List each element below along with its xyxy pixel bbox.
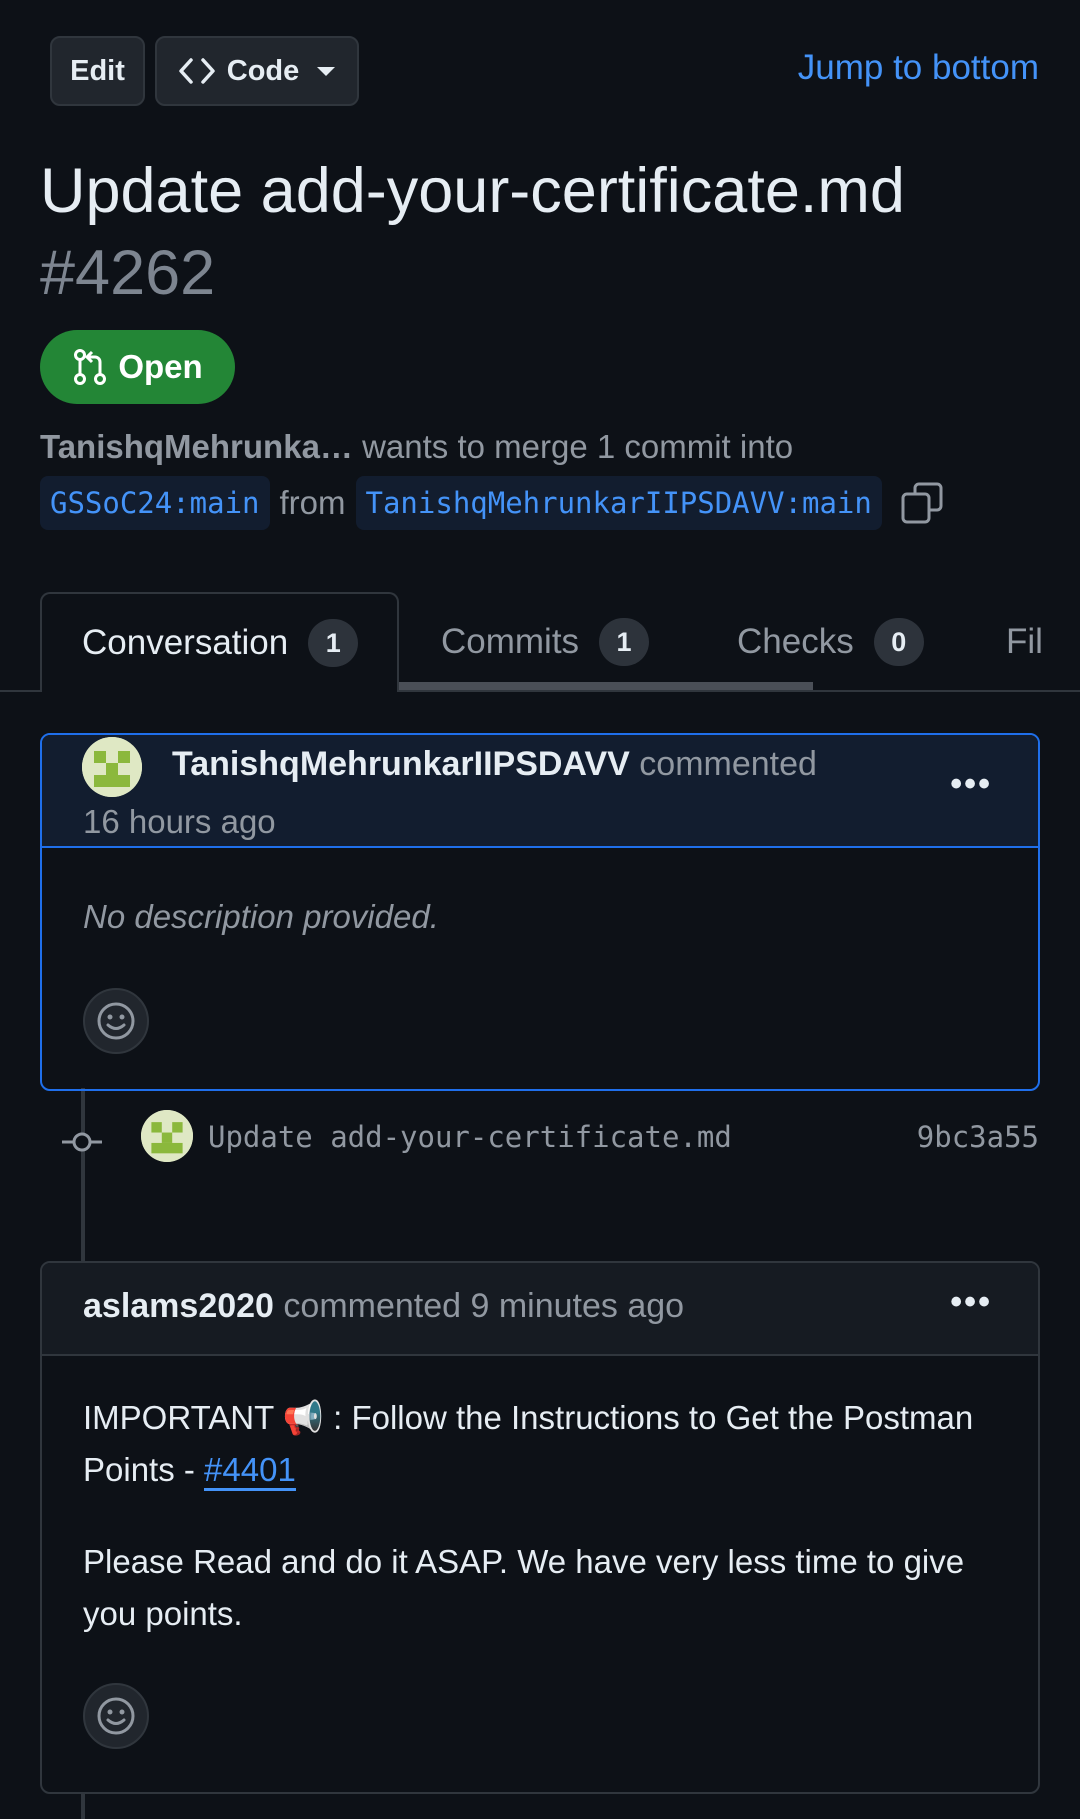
tab-label: Conversation: [82, 623, 289, 662]
avatar[interactable]: [82, 737, 142, 797]
comment-action: commented: [639, 745, 817, 783]
pr-description-comment: TanishqMehrunkarIIPSDAVV commented 16 ho…: [40, 733, 1040, 1091]
tab-label: Commits: [441, 622, 580, 661]
pr-title: Update add-your-certificate.md: [40, 156, 905, 226]
git-commit-icon: [62, 1132, 102, 1152]
top-toolbar: Edit Code Jump to bottom: [0, 0, 1080, 142]
pr-number: #4262: [40, 238, 216, 308]
edit-button-label: Edit: [70, 54, 125, 87]
merge-description: TanishqMehrunka… wants to merge 1 commit…: [40, 428, 793, 466]
comment-body: No description provided.: [42, 848, 1038, 1089]
pr-tabs: Conversation 1 Commits 1 Checks 0 Fil: [0, 592, 1080, 692]
tab-conversation[interactable]: Conversation 1: [40, 592, 399, 692]
code-icon: [179, 58, 215, 84]
author-link[interactable]: aslams2020: [83, 1287, 274, 1325]
comment-header: TanishqMehrunkarIIPSDAVV commented 16 ho…: [42, 735, 1038, 848]
jump-to-bottom-link[interactable]: Jump to bottom: [798, 48, 1039, 88]
commit-message[interactable]: Update add-your-certificate.md: [208, 1120, 732, 1154]
comment-header: aslams2020 commented 9 minutes ago •••: [42, 1263, 1038, 1356]
tab-commits[interactable]: Commits 1: [441, 592, 650, 692]
comment-author: TanishqMehrunkarIIPSDAVV commented: [172, 745, 817, 784]
status-badge: Open: [40, 330, 235, 404]
pr-author-link[interactable]: TanishqMehrunka…: [40, 428, 353, 465]
comment-meta[interactable]: commented 9 minutes ago: [283, 1287, 684, 1325]
copy-icon[interactable]: [900, 481, 944, 525]
smiley-icon: [97, 1002, 135, 1040]
tab-label: Checks: [737, 622, 854, 661]
author-link[interactable]: TanishqMehrunkarIIPSDAVV: [172, 745, 630, 783]
comment-text: No description provided.: [83, 898, 439, 935]
add-reaction-button[interactable]: [83, 988, 149, 1054]
smiley-icon: [97, 1697, 135, 1735]
comment-paragraph: IMPORTANT 📢 : Follow the Instructions to…: [83, 1392, 997, 1496]
more-options-icon[interactable]: •••: [950, 765, 992, 804]
edit-button[interactable]: Edit: [50, 36, 145, 106]
head-branch[interactable]: TanishqMehrunkarIIPSDAVV:main: [355, 476, 882, 530]
comment-card: aslams2020 commented 9 minutes ago ••• I…: [40, 1261, 1040, 1794]
identicon-icon: [82, 737, 142, 797]
tab-count: 1: [599, 618, 650, 666]
page-title: Update add-your-certificate.md #4262: [40, 150, 1040, 314]
commit-item: Update add-your-certificate.md 9bc3a55: [0, 1100, 1080, 1180]
issue-link[interactable]: #4401: [204, 1451, 296, 1491]
avatar[interactable]: [141, 1110, 193, 1162]
identicon-icon: [141, 1110, 193, 1162]
tab-files[interactable]: Fil: [1006, 592, 1043, 692]
code-button-label: Code: [226, 54, 300, 87]
more-options-icon[interactable]: •••: [950, 1283, 992, 1322]
tab-count: 0: [873, 618, 924, 666]
add-reaction-button[interactable]: [83, 1683, 149, 1749]
status-label: Open: [118, 348, 203, 385]
branch-info: GSSoC24:main from TanishqMehrunkarIIPSDA…: [40, 476, 944, 530]
base-branch[interactable]: GSSoC24:main: [40, 476, 270, 530]
comment-body: IMPORTANT 📢 : Follow the Instructions to…: [42, 1356, 1038, 1640]
comment-author: aslams2020 commented 9 minutes ago: [83, 1287, 684, 1326]
from-text: from: [279, 484, 346, 521]
code-button[interactable]: Code: [155, 36, 359, 106]
tab-checks[interactable]: Checks 0: [737, 592, 924, 692]
caret-down-icon: [317, 67, 336, 76]
comment-timestamp[interactable]: 16 hours ago: [83, 803, 276, 841]
comment-paragraph: Please Read and do it ASAP. We have very…: [83, 1543, 965, 1632]
tab-label: Fil: [1006, 622, 1043, 661]
commit-sha[interactable]: 9bc3a55: [917, 1120, 1039, 1154]
merge-text: wants to merge 1 commit into: [362, 428, 794, 465]
tab-count: 1: [308, 619, 359, 667]
pull-request-icon: [74, 349, 107, 385]
